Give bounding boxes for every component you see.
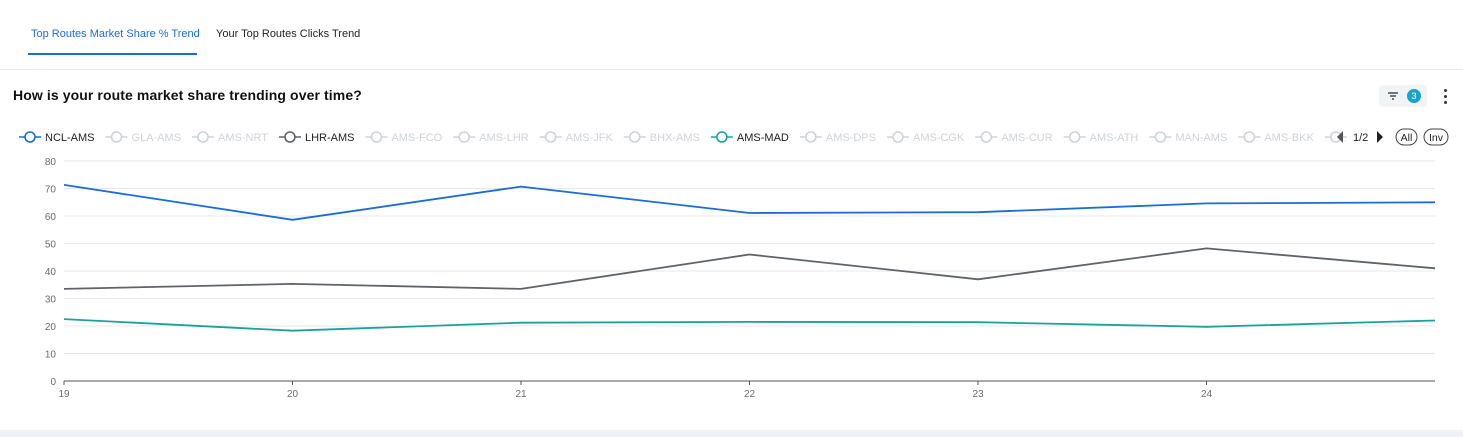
legend-item-more[interactable]	[1324, 131, 1347, 143]
legend-marker	[284, 131, 296, 143]
tab-bar: Top Routes Market Share % Trend Your Top…	[0, 0, 1463, 70]
tab-market-share-trend[interactable]: Top Routes Market Share % Trend	[31, 28, 200, 40]
y-tick-label: 60	[45, 212, 57, 223]
series-line-lhr-ams[interactable]	[63, 247, 1436, 290]
y-tick-label: 80	[45, 157, 57, 168]
legend-label: AMS-BKK	[1264, 132, 1314, 144]
line-chart: NCL-AMS GLA-AMS AMS-NRT LHR-AMS AMS-FCO AMS-L…	[19, 128, 1449, 400]
legend-item-ams-cur[interactable]: AMS-CUR	[975, 131, 1053, 144]
legend-label: AMS-DPS	[826, 132, 876, 144]
active-tab-indicator	[28, 53, 197, 55]
legend-label: AMS-JFK	[566, 132, 614, 144]
x-tick-label: 24	[1201, 389, 1213, 400]
legend-label: MAN-AMS	[1175, 132, 1227, 144]
y-tick-label: 20	[45, 322, 57, 333]
legend-item-ams-nrt[interactable]: AMS-NRT	[192, 131, 268, 144]
legend-item-ams-bkk[interactable]: AMS-BKK	[1238, 131, 1314, 144]
legend-label: AMS-LHR	[479, 132, 529, 144]
legend-marker	[805, 131, 817, 143]
kebab-menu-icon[interactable]	[1439, 86, 1453, 106]
bottom-divider	[0, 430, 1463, 437]
x-axis: 19 20 21 22 23 24	[58, 380, 1435, 400]
legend-item-lhr-ams[interactable]: LHR-AMS	[278, 131, 355, 144]
legend-label: NCL-AMS	[45, 132, 95, 144]
legend-marker	[892, 131, 904, 143]
legend-marker	[716, 131, 728, 143]
legend-marker	[1154, 131, 1167, 143]
legend-marker	[1068, 131, 1081, 143]
y-tick-label: 0	[50, 377, 56, 388]
legend-label: AMS-CUR	[1001, 132, 1052, 144]
legend-item-ams-fco[interactable]: AMS-FCO	[365, 131, 443, 144]
series-line-ams-mad[interactable]	[63, 318, 1436, 332]
chart-gridlines	[64, 160, 1435, 354]
legend-marker	[544, 131, 557, 143]
filter-count-badge: 3	[1407, 89, 1421, 103]
legend-item-ams-ath[interactable]: AMS-ATH	[1063, 131, 1139, 144]
legend-all-button-label: All	[1401, 132, 1413, 144]
chart-legend: NCL-AMS GLA-AMS AMS-NRT LHR-AMS AMS-FCO AMS-L…	[19, 128, 1449, 146]
legend-label: AMS-FCO	[391, 132, 442, 144]
y-axis-ticks: 0 10 20 30 40 50 60 70 80	[45, 157, 57, 388]
legend-label: BHX-AMS	[650, 132, 700, 144]
legend-label: AMS-CGK	[913, 132, 965, 144]
legend-item-ams-dps[interactable]: AMS-DPS	[799, 131, 876, 144]
legend-item-ncl-ams[interactable]: NCL-AMS	[19, 131, 95, 144]
legend-marker	[1243, 131, 1256, 143]
legend-item-bhx-ams[interactable]: BHX-AMS	[623, 131, 700, 144]
x-tick-label: 22	[744, 389, 756, 400]
x-tick-label: 19	[58, 389, 70, 400]
legend-item-gla-ams[interactable]: GLA-AMS	[105, 131, 182, 144]
tab-clicks-trend[interactable]: Your Top Routes Clicks Trend	[216, 28, 360, 40]
legend-inverse-button-label: Inv	[1429, 132, 1444, 144]
legend-marker	[980, 131, 993, 143]
legend-marker	[197, 131, 209, 143]
chart-heading: How is your route market share trending …	[13, 87, 362, 103]
legend-marker	[370, 131, 383, 143]
legend-marker	[628, 131, 641, 143]
legend-label: GLA-AMS	[132, 132, 182, 144]
legend-item-man-ams[interactable]: MAN-AMS	[1149, 131, 1227, 144]
legend-marker	[458, 131, 471, 143]
legend-label: AMS-NRT	[218, 132, 268, 144]
page: Top Routes Market Share % Trend Your Top…	[0, 0, 1463, 437]
legend-marker	[110, 131, 123, 143]
y-tick-label: 10	[45, 350, 57, 361]
y-tick-label: 40	[45, 267, 57, 278]
y-tick-label: 50	[45, 240, 57, 251]
legend-all-button[interactable]: All	[1395, 128, 1418, 146]
legend-label: AMS-MAD	[737, 132, 789, 144]
x-tick-label: 23	[972, 389, 984, 400]
filter-button[interactable]: 3	[1379, 85, 1427, 107]
legend-item-ams-lhr[interactable]: AMS-LHR	[453, 131, 529, 144]
x-tick-label: 21	[515, 389, 527, 400]
filter-icon	[1388, 92, 1398, 100]
legend-item-ams-mad[interactable]: AMS-MAD	[710, 131, 789, 144]
legend-item-ams-jfk[interactable]: AMS-JFK	[539, 131, 614, 144]
legend-pagination: 1/2 All Inv	[1337, 128, 1449, 146]
y-tick-label: 70	[45, 185, 57, 196]
chart-series	[63, 184, 1436, 332]
legend-page-indicator: 1/2	[1353, 132, 1368, 144]
x-tick-label: 20	[287, 389, 299, 400]
legend-item-ams-cgk[interactable]: AMS-CGK	[886, 131, 965, 144]
legend-inverse-button[interactable]: Inv	[1423, 128, 1449, 146]
legend-next-icon[interactable]	[1377, 131, 1383, 143]
legend-label: AMS-ATH	[1090, 132, 1139, 144]
y-tick-label: 30	[45, 295, 57, 306]
legend-label: LHR-AMS	[305, 132, 355, 144]
legend-marker	[24, 131, 36, 143]
series-line-ncl-ams[interactable]	[63, 184, 1436, 221]
